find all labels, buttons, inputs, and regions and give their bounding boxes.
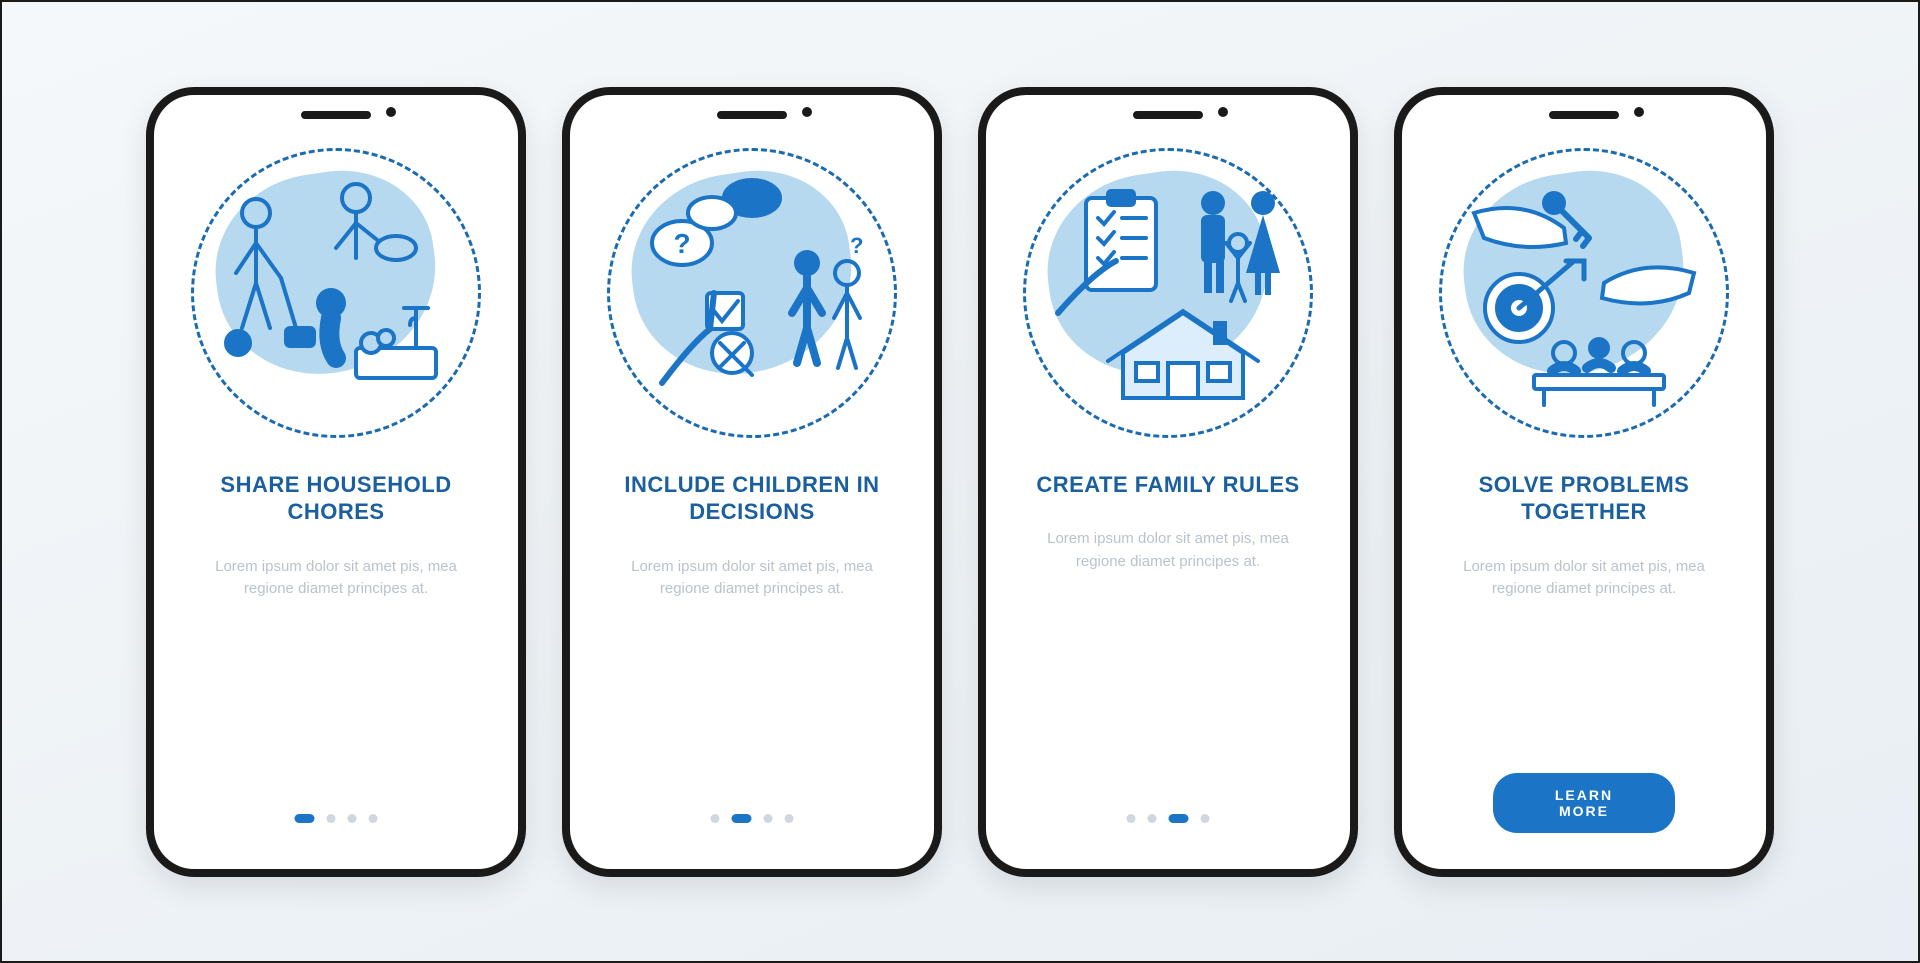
- dot-4[interactable]: [785, 814, 794, 823]
- svg-text:?: ?: [673, 228, 690, 259]
- dot-2[interactable]: [732, 814, 752, 823]
- svg-text:?: ?: [850, 233, 863, 258]
- solve-problems-icon: [1434, 143, 1734, 443]
- onboarding-screen-4: SOLVE PROBLEMS TOGETHER Lorem ipsum dolo…: [1394, 87, 1774, 877]
- screen-title: INCLUDE CHILDREN IN DECISIONS: [594, 471, 910, 526]
- screen-title: CREATE FAMILY RULES: [1024, 471, 1311, 499]
- screen-title: SOLVE PROBLEMS TOGETHER: [1426, 471, 1742, 526]
- onboarding-screen-1: SHARE HOUSEHOLD CHORES Lorem ipsum dolor…: [146, 87, 526, 877]
- family-rules-icon: [1018, 143, 1318, 443]
- dot-2[interactable]: [327, 814, 336, 823]
- screen-description: Lorem ipsum dolor sit amet pis, mea regi…: [1010, 528, 1326, 573]
- household-chores-icon: [186, 143, 486, 443]
- screen-description: Lorem ipsum dolor sit amet pis, mea regi…: [178, 556, 494, 601]
- learn-more-button[interactable]: LEARN MORE: [1493, 773, 1675, 833]
- dot-2[interactable]: [1148, 814, 1157, 823]
- dot-4[interactable]: [1201, 814, 1210, 823]
- dot-1[interactable]: [1127, 814, 1136, 823]
- dot-4[interactable]: [369, 814, 378, 823]
- dot-1[interactable]: [295, 814, 315, 823]
- page-indicator: [1127, 814, 1210, 823]
- page-indicator: [711, 814, 794, 823]
- page-indicator: [295, 814, 378, 823]
- dot-3[interactable]: [348, 814, 357, 823]
- onboarding-screen-2: ? ? INCLUDE CHILDREN IN DECISIONS Lorem …: [562, 87, 942, 877]
- screen-description: Lorem ipsum dolor sit amet pis, mea regi…: [594, 556, 910, 601]
- onboarding-screen-3: CREATE FAMILY RULES Lorem ipsum dolor si…: [978, 87, 1358, 877]
- screen-description: Lorem ipsum dolor sit amet pis, mea regi…: [1426, 556, 1742, 601]
- dot-3[interactable]: [764, 814, 773, 823]
- screen-title: SHARE HOUSEHOLD CHORES: [178, 471, 494, 526]
- dot-1[interactable]: [711, 814, 720, 823]
- children-decisions-icon: ? ?: [602, 143, 902, 443]
- dot-3[interactable]: [1169, 814, 1189, 823]
